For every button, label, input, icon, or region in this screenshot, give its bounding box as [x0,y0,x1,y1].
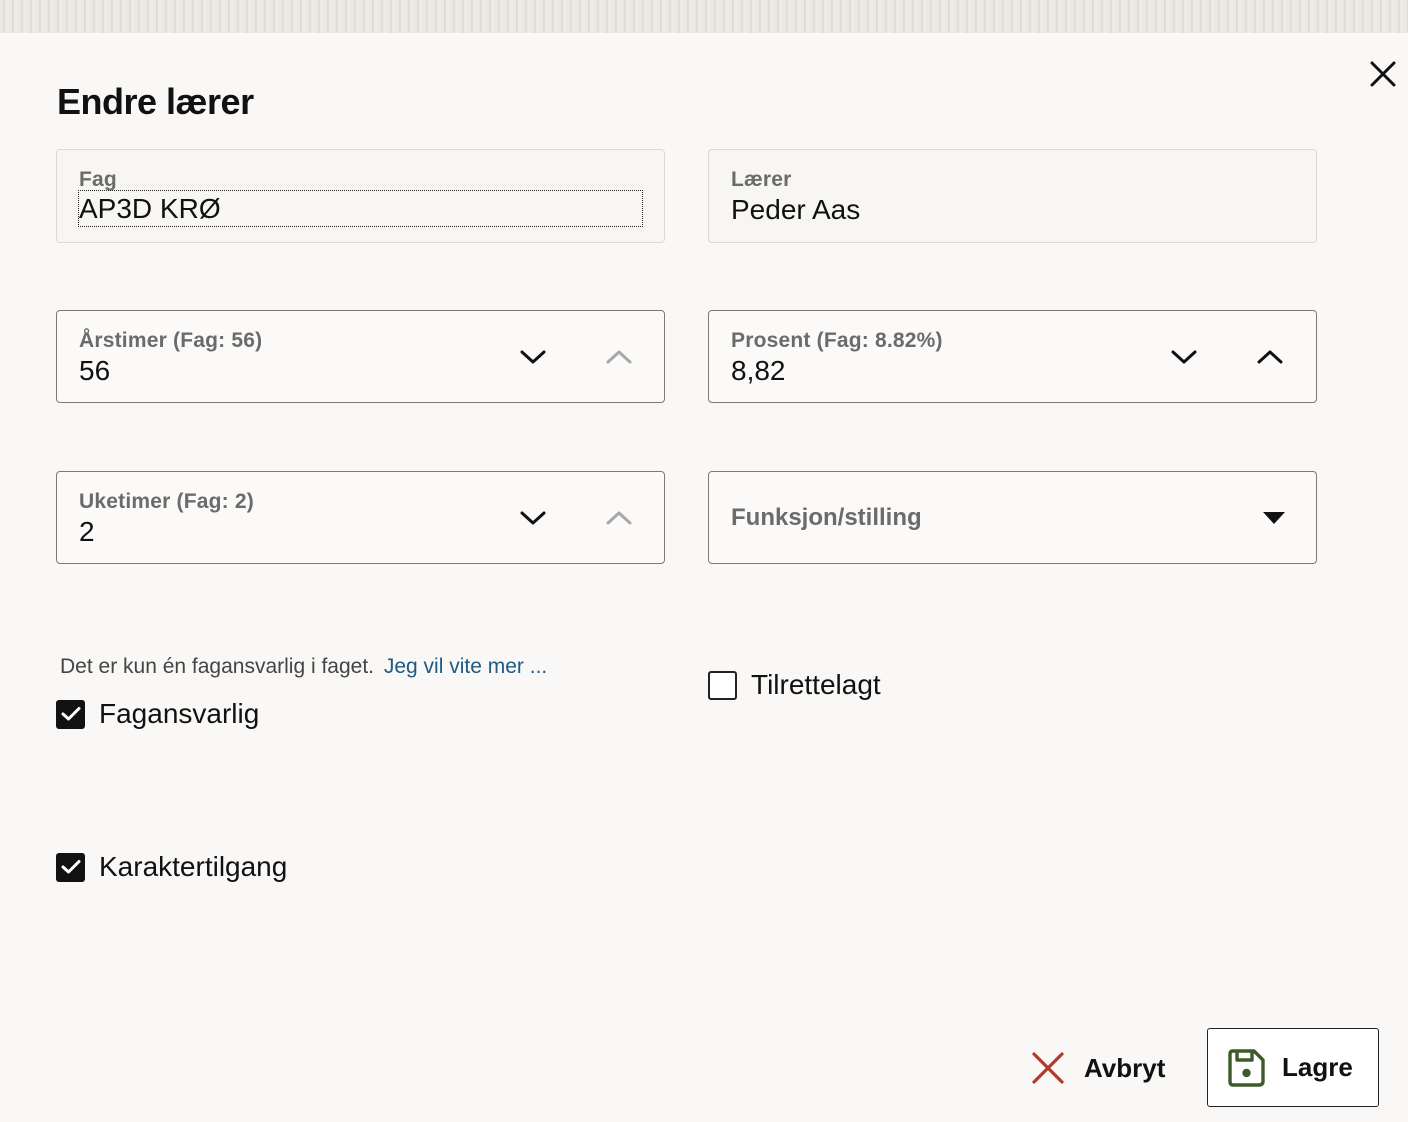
chevron-down-icon [520,511,546,525]
karaktertilgang-checkbox[interactable] [56,852,85,882]
background-texture-strip [0,0,1408,33]
fag-label: Fag [79,168,117,191]
fagansvarlig-checkbox[interactable] [56,699,85,729]
fagansvarlig-checkbox-row[interactable]: Fagansvarlig [56,698,259,730]
arstimer-increment-button[interactable] [599,337,639,377]
tilrettelagt-checkbox-row[interactable]: Tilrettelagt [708,669,881,701]
prosent-decrement-button[interactable] [1164,337,1204,377]
arstimer-decrement-button[interactable] [513,337,553,377]
chevron-up-icon [606,511,632,525]
learn-more-link[interactable]: Jeg vil vite mer ... [384,655,547,678]
chevron-up-icon [606,350,632,364]
uketimer-stepper[interactable]: Uketimer (Fag: 2) 2 [56,471,665,564]
karaktertilgang-checkbox-row[interactable]: Karaktertilgang [56,851,287,883]
uketimer-label: Uketimer (Fag: 2) [79,490,254,513]
cancel-x-icon [1032,1052,1064,1084]
funksjon-select[interactable]: Funksjon/stilling [708,471,1317,564]
chevron-down-icon [1171,350,1197,364]
save-floppy-icon [1228,1048,1265,1087]
uketimer-increment-button[interactable] [599,498,639,538]
arstimer-stepper[interactable]: Årstimer (Fag: 56) 56 [56,310,665,403]
checkmark-icon [61,707,80,721]
save-label: Lagre [1282,1052,1353,1082]
chevron-down-icon [520,350,546,364]
laerer-value: Peder Aas [731,194,861,225]
prosent-stepper[interactable]: Prosent (Fag: 8.82%) 8,82 [708,310,1317,403]
dropdown-arrow-icon [1262,510,1286,526]
cancel-button[interactable]: Avbryt [1030,1044,1165,1092]
dialog-title: Endre lærer [57,81,254,122]
prosent-label: Prosent (Fag: 8.82%) [731,329,943,352]
chevron-up-icon [1257,350,1283,364]
fagansvarlig-label: Fagansvarlig [99,698,260,729]
save-button[interactable]: Lagre [1207,1028,1379,1107]
checkmark-icon [61,860,80,874]
laerer-label: Lærer [731,168,792,191]
uketimer-value[interactable]: 2 [79,516,95,548]
funksjon-label: Funksjon/stilling [731,504,922,531]
arstimer-label: Årstimer (Fag: 56) [79,329,263,352]
arstimer-value[interactable]: 56 [79,355,110,387]
close-button[interactable] [1364,55,1402,93]
tilrettelagt-checkbox[interactable] [708,670,737,700]
fagansvarlig-info-text: Det er kun én fagansvarlig i faget. [60,655,375,678]
karaktertilgang-label: Karaktertilgang [99,851,288,882]
fag-value[interactable]: AP3D KRØ [78,190,643,227]
fagansvarlig-info: Det er kun én fagansvarlig i faget. Jeg … [60,655,547,679]
uketimer-decrement-button[interactable] [513,498,553,538]
tilrettelagt-label: Tilrettelagt [751,669,881,700]
prosent-value[interactable]: 8,82 [731,355,786,387]
fag-field[interactable]: Fag AP3D KRØ [56,149,665,243]
laerer-field[interactable]: Lærer Peder Aas [708,149,1317,243]
close-icon [1370,61,1396,87]
cancel-label: Avbryt [1084,1052,1166,1083]
prosent-increment-button[interactable] [1250,337,1290,377]
